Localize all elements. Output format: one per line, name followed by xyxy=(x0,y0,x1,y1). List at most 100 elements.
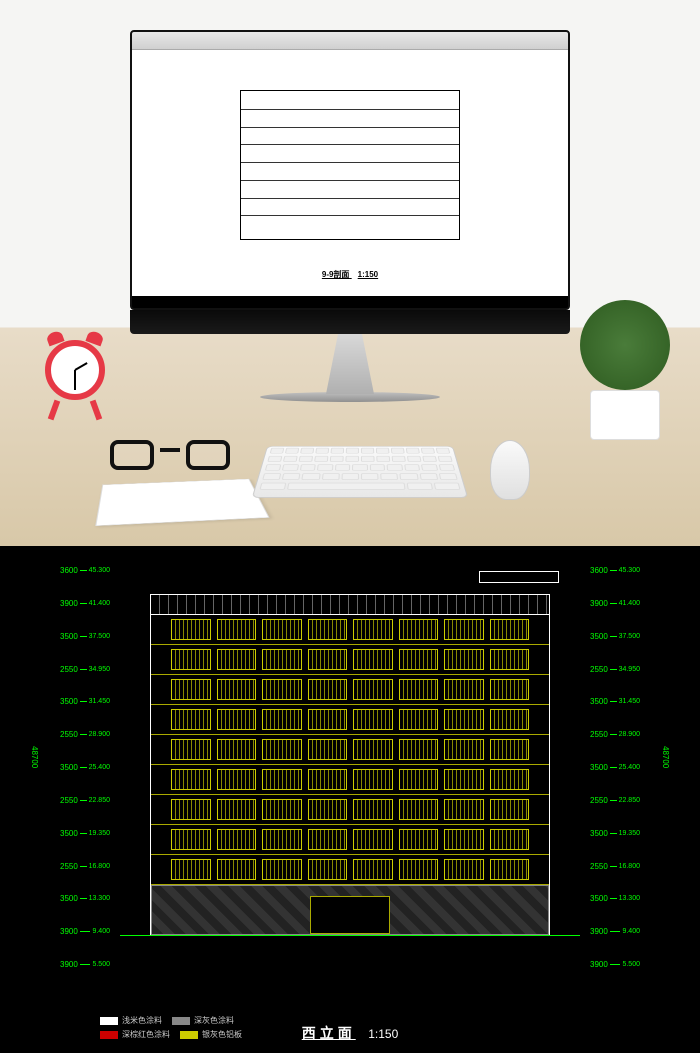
floor-elevation: 13.300 xyxy=(89,895,110,902)
section-title-text: 9-9剖面 xyxy=(322,270,350,279)
legend-item: 深灰色涂料 xyxy=(172,1015,234,1026)
eyeglasses xyxy=(110,440,230,480)
dimension-row: 350031.450 xyxy=(60,697,110,706)
floor-height: 3600 xyxy=(590,566,608,575)
desk-photo-mockup: 9-9剖面 1:150 xyxy=(0,0,700,546)
floor-height: 3500 xyxy=(590,697,608,706)
monitor-bezel xyxy=(130,310,570,334)
floor-height: 3900 xyxy=(60,599,78,608)
floor-elevation: 45.300 xyxy=(89,567,110,574)
floor-elevation: 37.500 xyxy=(89,633,110,640)
floor-elevation: 41.400 xyxy=(619,600,640,607)
dimension-row: 39009.400 xyxy=(590,927,640,936)
floor-height: 3500 xyxy=(60,763,78,772)
main-entrance xyxy=(310,896,389,934)
floor-elevation: 28.900 xyxy=(89,731,110,738)
floor-elevation: 34.950 xyxy=(619,666,640,673)
section-title: 9-9剖面 1:150 xyxy=(322,269,378,280)
floor-elevation: 37.500 xyxy=(619,633,640,640)
building-section xyxy=(240,90,460,240)
drawing-title-block: 西立面 1:150 xyxy=(302,1023,399,1043)
keyboard xyxy=(252,446,469,498)
floor-elevation: 25.400 xyxy=(619,764,640,771)
dimension-row: 2550 34.950 xyxy=(60,665,110,674)
floor-height: 2550 xyxy=(60,796,78,805)
floor-height: 2550 xyxy=(60,665,78,674)
floor-height: 3900 xyxy=(60,927,78,936)
dimension-row: 3500 25.400 xyxy=(590,763,640,772)
dimension-row: 39005.500 xyxy=(590,960,640,969)
potted-plant xyxy=(580,300,670,440)
paper-stack xyxy=(95,479,269,526)
floor-elevation: 31.450 xyxy=(619,698,640,705)
mouse xyxy=(490,440,530,500)
floor-height: 3500 xyxy=(590,763,608,772)
legend-item: 深棕红色涂料 xyxy=(100,1029,170,1040)
floor-elevation: 5.500 xyxy=(622,961,640,968)
elevation-scale: 1:150 xyxy=(368,1027,398,1041)
dimension-row: 3500 37.500 xyxy=(590,632,640,641)
floor-height: 2550 xyxy=(590,665,608,674)
dimension-row: 3600 45.300 xyxy=(590,566,640,575)
cad-canvas: 9-9剖面 1:150 xyxy=(132,50,568,296)
floor-elevation: 41.400 xyxy=(89,600,110,607)
dimension-row: 3500 19.350 xyxy=(60,829,110,838)
floor-elevation: 16.800 xyxy=(619,863,640,870)
alarm-clock xyxy=(40,340,110,430)
floor-height: 3600 xyxy=(60,566,78,575)
west-elevation-drawing xyxy=(120,566,580,996)
legend-item: 浅米色涂料 xyxy=(100,1015,162,1026)
dimension-row: 3900 41.400 xyxy=(590,599,640,608)
dimension-row: 2550 28.900 xyxy=(60,730,110,739)
dimension-row: 3900 41.400 xyxy=(60,599,110,608)
floor-height: 3900 xyxy=(60,960,78,969)
floor-height: 2550 xyxy=(590,862,608,871)
roof-canopy xyxy=(479,571,559,583)
dimension-row: 350019.350 xyxy=(590,829,640,838)
floor-height: 3500 xyxy=(60,697,78,706)
dimension-row: 2550 22.850 xyxy=(590,796,640,805)
section-scale: 1:150 xyxy=(358,270,378,279)
monitor-stand xyxy=(310,334,390,394)
floor-height: 3500 xyxy=(60,632,78,641)
floor-elevation: 13.300 xyxy=(619,895,640,902)
legend-item: 银灰色铝板 xyxy=(180,1029,242,1040)
floor-elevation: 45.300 xyxy=(619,567,640,574)
dimension-row: 255022.850 xyxy=(60,796,110,805)
cad-elevation-view: 3600 45.300 3900 41.400 3500 37.500 2550 34.950… xyxy=(0,546,700,1053)
dimension-row: 3500 25.400 xyxy=(60,763,110,772)
floor-height: 2550 xyxy=(60,730,78,739)
floor-height: 3500 xyxy=(60,829,78,838)
floor-elevation: 34.950 xyxy=(89,666,110,673)
monitor-screen: 9-9剖面 1:150 xyxy=(130,30,570,310)
floor-elevation: 5.500 xyxy=(92,961,110,968)
floor-height: 2550 xyxy=(590,796,608,805)
dimension-row: 3500 13.300 xyxy=(590,894,640,903)
grade-line xyxy=(120,935,580,936)
floor-elevation: 25.400 xyxy=(89,764,110,771)
roof-level xyxy=(151,595,549,615)
floor-height: 2550 xyxy=(60,862,78,871)
dimension-row: 2550 34.950 xyxy=(590,665,640,674)
dimension-row: 350013.300 xyxy=(60,894,110,903)
dimension-row: 3500 31.450 xyxy=(590,697,640,706)
dimension-row: 255016.800 xyxy=(60,862,110,871)
floor-elevation: 28.900 xyxy=(619,731,640,738)
material-legend: 浅米色涂料深灰色涂料深棕红色涂料银灰色铝板 xyxy=(100,1015,242,1043)
floor-elevation: 22.850 xyxy=(619,797,640,804)
autocad-ribbon xyxy=(132,32,568,50)
floor-height: 2550 xyxy=(590,730,608,739)
dimension-row: 3600 45.300 xyxy=(60,566,110,575)
floor-height: 3900 xyxy=(590,599,608,608)
floor-elevation: 19.350 xyxy=(89,830,110,837)
dimension-row: 39009.400 xyxy=(60,927,110,936)
dimension-row: 2550 16.800 xyxy=(590,862,640,871)
floor-height: 3500 xyxy=(590,632,608,641)
total-height-right: 48700 xyxy=(661,746,670,768)
floor-height: 3500 xyxy=(590,894,608,903)
floor-elevation: 19.350 xyxy=(619,830,640,837)
elevation-title: 西立面 xyxy=(302,1025,356,1041)
podium-level xyxy=(151,885,549,935)
dimension-row: 2550 28.900 xyxy=(590,730,640,739)
left-dimension-string: 3600 45.300 3900 41.400 3500 37.500 2550 34.950… xyxy=(60,566,110,993)
